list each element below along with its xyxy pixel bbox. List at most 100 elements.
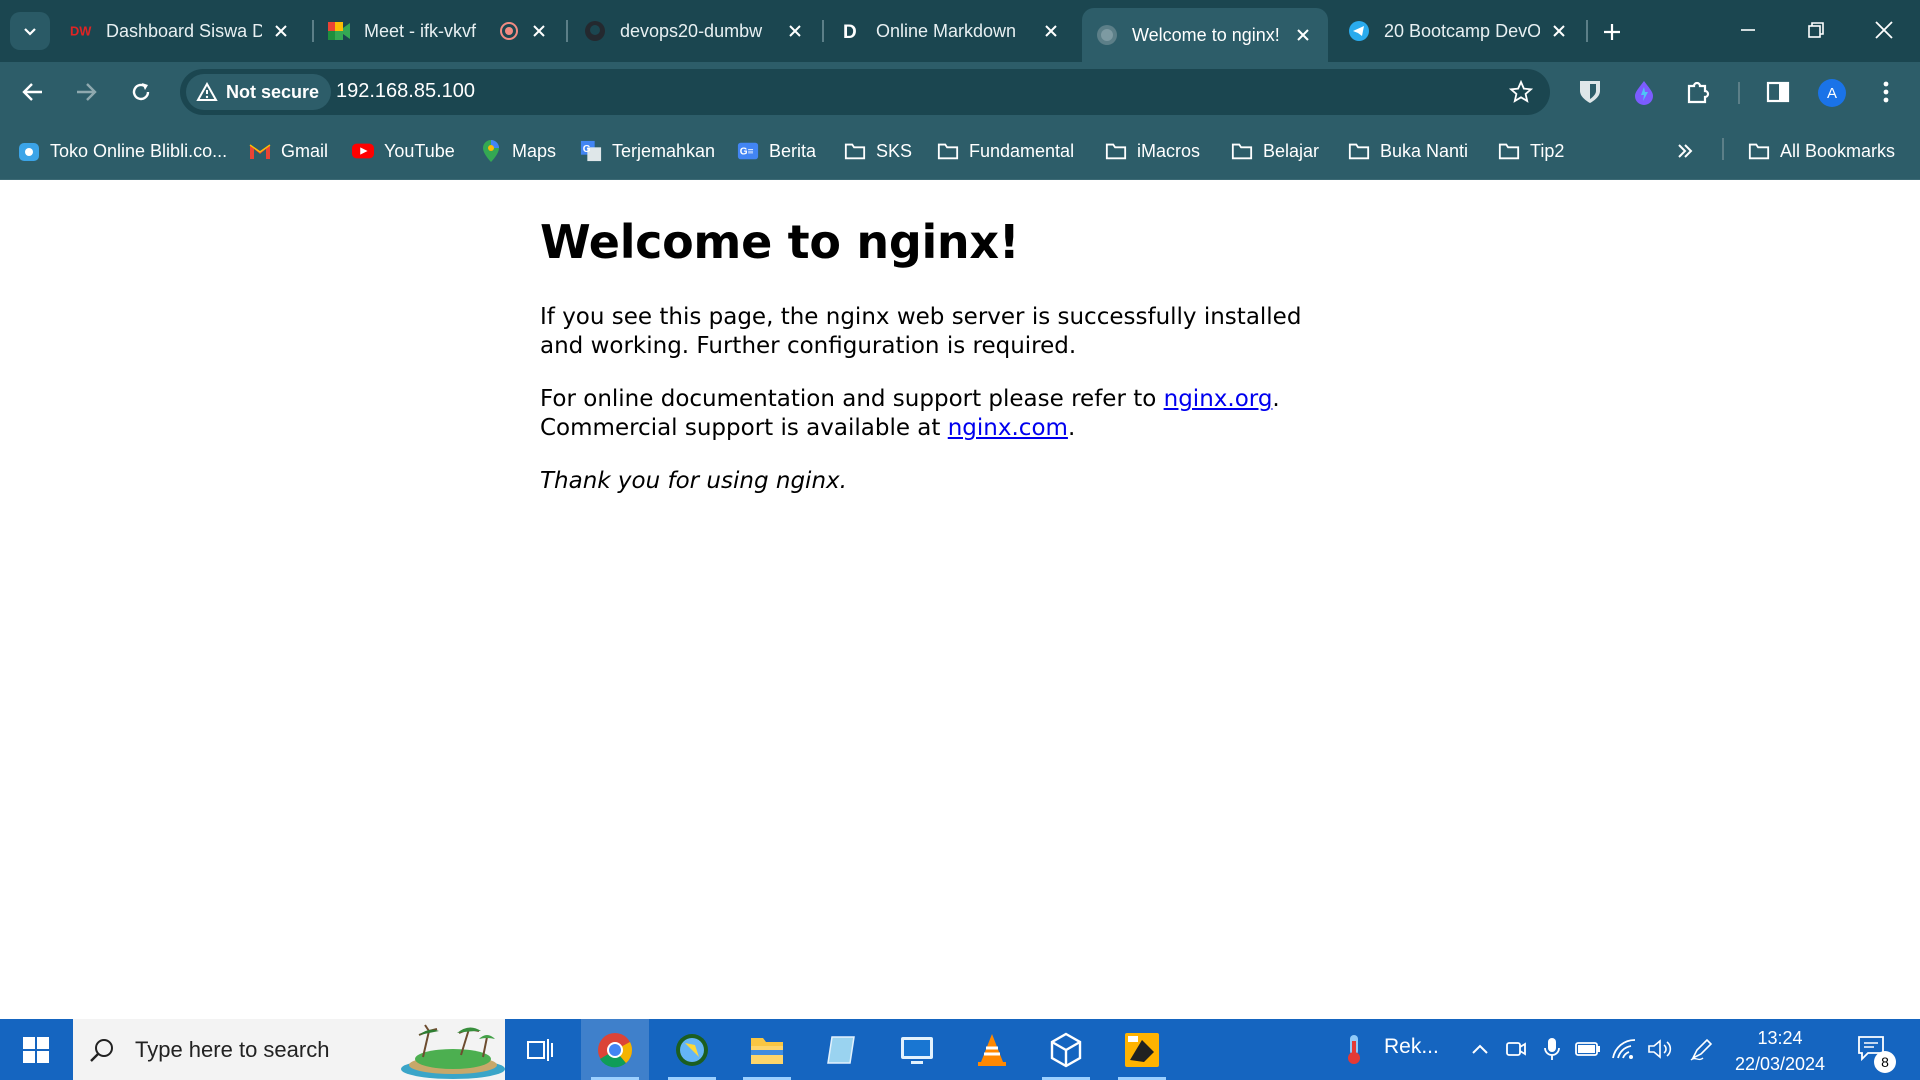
bookmark-translate[interactable]: G Terjemahkan [580,135,715,167]
menu-button[interactable] [1868,74,1904,110]
tab-github[interactable]: devops20-dumbw [570,8,820,54]
star-icon [1509,80,1533,103]
new-tab-button[interactable] [1594,14,1630,50]
restore-button[interactable] [1790,10,1842,50]
close-tab-icon[interactable] [1548,20,1570,42]
taskbar-notepad[interactable] [808,1019,876,1080]
close-tab-icon[interactable] [270,20,292,42]
bookmark-berita[interactable]: G≡ Berita [737,135,816,167]
taskbar-search[interactable]: Type here to search [73,1019,505,1080]
site-info-chip[interactable]: Not secure [186,74,332,110]
bookmark-youtube[interactable]: YouTube [352,135,455,167]
shield-icon [1580,81,1600,103]
notepad-icon [827,1035,855,1064]
map-pin-icon [480,140,502,162]
nginx-com-link[interactable]: nginx.com [948,415,1068,441]
clock-time: 13:24 [1757,1028,1803,1048]
taskbar-sublime[interactable] [1108,1019,1176,1080]
all-bookmarks-button[interactable]: All Bookmarks [1748,135,1895,167]
close-icon [1875,21,1893,39]
taskbar-clock[interactable]: 13:24 22/03/2024 [1720,1025,1840,1077]
tab-markdown[interactable]: D Online Markdown [826,8,1076,54]
tray-app-label[interactable]: Rek... [1384,1035,1439,1059]
taskbar-virtualbox[interactable] [1032,1019,1100,1080]
tab-telegram[interactable]: 20 Bootcamp DevO [1334,8,1584,54]
nginx-welcome-page: Welcome to nginx! If you see this page, … [540,215,1320,520]
side-panel-button[interactable] [1760,74,1796,110]
address-bar[interactable]: Not secure 192.168.85.100 [180,69,1550,115]
bookmark-folder-buka-nanti[interactable]: Buka Nanti [1348,135,1468,167]
bitwarden-extension[interactable] [1572,74,1608,110]
start-button[interactable] [0,1019,72,1080]
notification-count-badge: 8 [1874,1051,1896,1073]
taskbar-idm[interactable] [658,1019,726,1080]
bookmark-folder-tip2[interactable]: Tip2 [1498,135,1564,167]
minimize-icon [1741,29,1755,31]
microphone-tray-icon[interactable] [1538,1035,1566,1063]
tab-search-button[interactable] [10,12,50,50]
close-tab-icon[interactable] [1040,20,1062,42]
arrow-left-icon [22,83,42,101]
tab-meet[interactable]: Meet - ifk-vkvf [314,8,564,54]
tab-separator [566,20,568,42]
taskbar-file-explorer[interactable] [733,1019,801,1080]
close-tab-icon[interactable] [528,20,550,42]
thermometer-tray-icon[interactable] [1340,1035,1368,1064]
plus-icon [1604,24,1620,40]
bookmark-folder-sks[interactable]: SKS [844,135,912,167]
taskbar-rdp[interactable] [883,1019,951,1080]
microphone-icon [1544,1038,1560,1060]
page-title: Welcome to nginx! [540,215,1020,269]
puzzle-icon [1687,81,1710,104]
close-tab-icon[interactable] [784,20,806,42]
bookmark-blibli[interactable]: Toko Online Blibli.co... [18,135,227,167]
close-window-button[interactable] [1858,10,1910,50]
notification-center-button[interactable]: 8 [1856,1033,1896,1073]
back-button[interactable] [13,72,53,112]
app-tile-icon [1125,1032,1159,1067]
taskbar-vlc[interactable] [958,1019,1026,1080]
task-view-icon [527,1038,553,1061]
bookmark-folder-fundamental[interactable]: Fundamental [937,135,1074,167]
bookmarks-separator [1722,138,1724,160]
bookmark-folder-belajar[interactable]: Belajar [1231,135,1319,167]
page-viewport: Welcome to nginx! If you see this page, … [0,181,1920,1019]
more-bookmarks-button[interactable] [1676,135,1694,167]
reload-button[interactable] [121,72,161,112]
tab-dashboard[interactable]: DW Dashboard Siswa D [56,8,306,54]
nginx-org-link[interactable]: nginx.org [1164,386,1273,412]
folder-icon [937,140,959,162]
bookmark-gmail[interactable]: Gmail [249,135,328,167]
bookmark-star-button[interactable] [1504,75,1538,109]
search-highlight-island-icon [401,1024,505,1079]
profile-avatar[interactable]: A [1818,79,1846,107]
warning-triangle-icon [196,82,218,102]
folder-icon [1748,140,1770,162]
github-icon [584,20,606,42]
forward-button[interactable] [66,72,106,112]
close-tab-icon[interactable] [1292,24,1314,46]
vlc-cone-icon [978,1033,1006,1066]
wifi-tray-icon[interactable] [1610,1035,1638,1063]
bookmark-maps[interactable]: Maps [480,135,556,167]
toolbar-separator [1738,82,1740,104]
pen-tray-icon[interactable] [1688,1035,1716,1063]
tab-nginx[interactable]: Welcome to nginx! [1082,8,1328,62]
volume-tray-icon[interactable] [1646,1035,1674,1063]
translate-icon: G [580,140,602,162]
bookmarks-bar: Toko Online Blibli.co... Gmail YouTube M… [0,122,1920,180]
folder-icon [1498,140,1520,162]
bookmark-folder-imacros[interactable]: iMacros [1105,135,1200,167]
taskbar-chrome[interactable] [581,1019,649,1080]
camera-tray-icon[interactable] [1502,1035,1530,1063]
pen-icon [1690,1038,1713,1061]
url-text[interactable]: 192.168.85.100 [336,80,475,103]
show-hidden-icons-button[interactable] [1466,1035,1494,1063]
extension-drop[interactable] [1626,74,1662,110]
extensions-button[interactable] [1680,74,1716,110]
minimize-button[interactable] [1722,10,1774,50]
battery-tray-icon[interactable] [1574,1035,1602,1063]
thanks-paragraph: Thank you for using nginx. [540,468,847,494]
task-view-button[interactable] [506,1019,574,1080]
wifi-icon [1612,1039,1636,1059]
